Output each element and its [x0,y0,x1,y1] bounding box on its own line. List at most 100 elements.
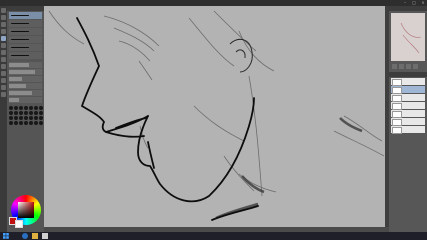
paint-app-icon[interactable] [42,233,48,239]
navigator-thumbnail [400,22,422,54]
brush-stroke-preview [11,55,29,56]
brush-size-swatch[interactable] [24,121,28,125]
brush-size-swatch[interactable] [39,121,43,125]
text-tool-icon[interactable] [1,85,6,90]
layer-row[interactable] [391,86,425,94]
sub-color-chip[interactable] [15,220,23,228]
layer-thumbnail [392,111,402,118]
brush-size-swatch[interactable] [14,111,18,115]
zoom-tool-icon[interactable] [1,8,6,13]
move-tool-icon[interactable] [1,15,6,20]
layer-list [389,78,427,134]
layer-row[interactable] [391,102,425,110]
ruler-tool-icon[interactable] [1,92,6,97]
brush-size-swatch[interactable] [39,116,43,120]
property-slider-fill [9,91,33,95]
brush-size-swatch[interactable] [34,111,38,115]
property-slider[interactable] [9,97,42,103]
brush-item[interactable] [9,12,42,19]
ear-inner-line [235,49,246,59]
thumbnail-stroke [402,34,420,54]
brush-stroke-preview [11,15,29,16]
navigator-preview[interactable] [391,13,425,61]
brush-size-swatch[interactable] [34,121,38,125]
brush-item[interactable] [9,20,42,27]
property-slider[interactable] [9,76,42,82]
sketch-line [188,17,235,67]
ear-outline [229,38,253,73]
brush-item[interactable] [9,44,42,51]
sketch-line [138,60,153,81]
brush-size-swatch[interactable] [9,121,13,125]
property-slider-fill [9,63,29,67]
figure-tool-icon[interactable] [1,78,6,83]
face-outline [76,17,149,133]
brush-size-swatch[interactable] [29,121,33,125]
brush-size-swatch[interactable] [19,121,23,125]
brush-size-swatch[interactable] [29,106,33,110]
pen-tool-icon[interactable] [1,36,6,41]
color-square[interactable] [18,202,34,218]
neck-shadow-line [211,205,259,221]
navigator-title [389,6,427,11]
property-slider[interactable] [9,62,42,68]
property-slider[interactable] [9,90,42,96]
brush-size-swatch[interactable] [19,106,23,110]
brush-size-swatch[interactable] [19,116,23,120]
property-slider[interactable] [9,83,42,89]
new-layer-icon[interactable] [392,64,397,69]
jaw-outline [137,97,255,203]
brush-item[interactable] [9,28,42,35]
brush-size-swatch[interactable] [39,106,43,110]
brush-size-swatch[interactable] [24,116,28,120]
layer-row[interactable] [391,118,425,126]
thumbnail-stroke [400,22,422,38]
brush-size-swatch[interactable] [29,111,33,115]
fill-tool-icon[interactable] [1,64,6,69]
brush-stroke-preview [11,31,29,32]
folder-icon[interactable] [399,64,404,69]
brush-item[interactable] [9,36,42,43]
brush-item[interactable] [9,52,42,59]
property-slider[interactable] [9,69,42,75]
selection-tool-icon[interactable] [1,22,6,27]
tool-palette [0,6,7,232]
brush-size-swatch[interactable] [9,116,13,120]
eraser-tool-icon[interactable] [1,57,6,62]
brush-stroke-preview [11,39,29,40]
layer-row[interactable] [391,94,425,102]
brush-panel-title [7,6,44,11]
brush-size-swatch[interactable] [29,116,33,120]
lip-line [105,131,145,138]
brush-size-swatch[interactable] [9,106,13,110]
layer-row[interactable] [391,110,425,118]
folder-icon[interactable] [32,233,38,239]
layer-row[interactable] [391,126,425,134]
browser-icon[interactable] [22,233,28,239]
brush-size-swatch[interactable] [14,121,18,125]
brush-size-swatch[interactable] [39,111,43,115]
brush-size-swatch[interactable] [14,106,18,110]
brush-size-swatch[interactable] [9,111,13,115]
taskbar [0,232,427,240]
property-slider-fill [9,77,23,81]
brush-size-swatch[interactable] [19,111,23,115]
delete-layer-icon[interactable] [413,64,418,69]
brush-size-swatch[interactable] [14,116,18,120]
windows-icon[interactable] [3,233,9,239]
sketch-line [343,115,383,142]
gradient-tool-icon[interactable] [1,71,6,76]
brush-tool-icon[interactable] [1,50,6,55]
sketch-line [248,75,263,197]
brush-size-swatch[interactable] [24,111,28,115]
drawing-canvas[interactable] [44,6,385,227]
brush-size-swatch[interactable] [34,106,38,110]
teeth-line [115,117,147,129]
pencil-tool-icon[interactable] [1,43,6,48]
layer-row[interactable] [391,78,425,86]
brush-size-swatches [9,106,43,125]
eyedropper-tool-icon[interactable] [1,29,6,34]
brush-size-swatch[interactable] [24,106,28,110]
copy-layer-icon[interactable] [406,64,411,69]
brush-size-swatch[interactable] [34,116,38,120]
